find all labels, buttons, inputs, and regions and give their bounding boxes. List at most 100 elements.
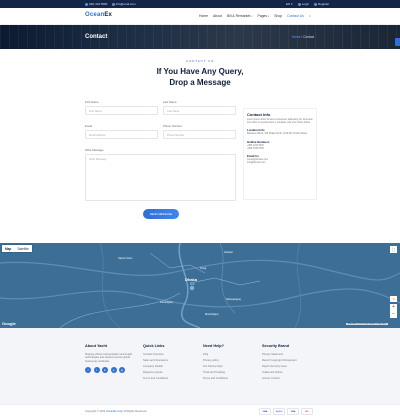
last-name-label: Last Name [163,100,177,104]
email-title: Email Us [247,153,259,158]
copyright-prefix: Copyright © 2023 [85,410,106,413]
mastercard-icon: MC [301,408,313,415]
section-heading-line1: If You Have Any Query, [156,67,244,76]
login-link[interactable]: Login [297,2,309,6]
footer-link[interactable]: Our Partnerships [203,365,228,368]
chevron-down-icon: ▾ [251,15,253,18]
section-heading: If You Have Any Query, Drop a Message [0,66,400,88]
visa-icon: VISA [259,408,271,415]
contact-info-text: Lorem ipsum dolor sit amet consectetur a… [247,119,313,125]
map-attribution[interactable]: Map data ©2023 Terms Report a map error [345,323,388,325]
instagram-icon[interactable]: ig [119,367,125,374]
zoom-out-button[interactable]: − [390,311,397,318]
bottom-bar: Copyright © 2023 OceanEx Corp All Rights… [0,404,400,418]
email-values: ocean@domain.com info@domain.com [247,159,313,165]
map-label-keraniganj: Keraniganj [160,301,173,304]
footer-link[interactable]: Privacy policy [203,359,228,362]
hero-background [0,25,400,49]
site-logo[interactable]: OceanEx [85,12,112,18]
contact-info-title: Contact Info [247,112,271,117]
message-label: Write Message [85,148,104,152]
map-label-narayanganj: Narayanganj [226,298,241,301]
twitter-icon[interactable]: t [93,367,100,374]
footer-link[interactable]: Request a Quote [143,371,168,374]
section-eyebrow: CONTACT US [185,59,215,63]
fullscreen-icon[interactable]: ⛶ [390,246,397,253]
location-value: Banasree Block, 165 Dhaka North, 1219 Rd… [247,133,307,136]
nav-item-pages-label: Pages [257,14,268,18]
site-footer: About Yacht Shaping efficient transporta… [0,328,400,404]
nav-menu: Home About Bill & Remarket ▾ Pages ▾ Sho… [199,14,311,18]
message-textarea[interactable]: Write Message [85,154,236,201]
register-link[interactable]: Register [314,2,329,6]
pinterest-icon[interactable]: p [110,367,117,374]
nav-item-shop[interactable]: Shop [274,14,282,18]
footer-link[interactable]: Sales and Operations [143,359,168,362]
footer-link[interactable]: Company Details [143,365,168,368]
breadcrumb: Home / Contact [292,35,314,39]
mail-icon [111,2,115,6]
footer-about-text: Shaping efficient transportation and fre… [85,353,132,363]
logo-part1: Ocean [85,12,105,18]
footer-link[interactable]: Report Security Issue [262,365,297,368]
page-hero: Contact Home / Contact [0,25,400,49]
tab-satellite[interactable]: Satellite [14,245,31,252]
footer-link[interactable]: Track and Tracking [203,371,228,374]
chevron-down-icon: ▾ [268,15,270,18]
copyright-brand[interactable]: OceanEx Corp [106,410,123,413]
email-field[interactable]: Email Address [85,130,158,139]
hotline-2[interactable]: +880 2345 6789 [247,148,313,151]
footer-link[interactable]: FAQ [203,353,228,356]
linkedin-icon[interactable]: in [102,367,108,374]
nav-item-contact[interactable]: Contact Us [287,14,304,18]
social-links: f t in p ig [85,367,143,374]
nav-item-pages[interactable]: Pages ▾ [257,14,269,18]
first-name-field[interactable]: First Name [85,106,158,115]
chevron-down-icon: ▾ [291,2,293,6]
footer-link[interactable]: Access Control [262,377,297,380]
main-navbar: OceanEx Home About Bill & Remarket ▾ Pag… [0,8,400,25]
footer-quick-title: Quick Links [143,344,165,348]
zoom-in-button[interactable]: + [390,304,397,311]
footer-help: Need Help? FAQ Privacy policy Our Partne… [203,344,228,383]
phone-label: Phone Number [163,124,182,128]
email-2[interactable]: info@domain.com [247,162,313,165]
language-selector[interactable]: EN ▾ [286,2,293,6]
topbar-phone[interactable]: (00) 444 5081 [85,2,108,6]
footer-help-title: Need Help? [203,344,224,348]
footer-link[interactable]: Trademark Notice [262,371,297,374]
nav-item-bill-remarket-label: Bill & Remarket [226,14,251,18]
tab-map[interactable]: Map [2,245,14,252]
phone-field[interactable]: Phone Number [163,130,236,139]
footer-link[interactable]: Terms and Conditions [143,377,168,380]
footer-about: About Yacht Shaping efficient transporta… [85,344,143,374]
nav-item-bill-remarket[interactable]: Bill & Remarket ▾ [227,14,253,18]
breadcrumb-home[interactable]: Home [292,35,301,39]
footer-link[interactable]: Report Copyright Infringement [262,359,297,362]
send-message-button[interactable]: SEND MESSAGE [143,209,179,219]
google-map[interactable]: Dhaka ঢাকা Savar Union Gazipur Tongi Nar… [0,243,400,328]
last-name-field[interactable]: Last Name [163,106,236,115]
side-settings-tab[interactable] [395,38,400,46]
copyright: Copyright © 2023 OceanEx Corp All Rights… [85,410,147,413]
register-icon [314,2,318,6]
pegman-icon[interactable]: ● [390,296,397,302]
paypal-icon: PayPal [273,408,285,415]
footer-link[interactable]: Terms and Conditions [203,377,228,380]
first-name-label: First Name [85,100,99,104]
contact-info-card: Contact Info Lorem ipsum dolor sit amet … [243,108,317,200]
zoom-controls: + − [390,304,397,318]
page-title: Contact [85,34,108,40]
facebook-icon[interactable]: f [85,367,91,374]
email-label: Email [85,124,92,128]
nav-item-home[interactable]: Home [199,14,208,18]
topbar-email[interactable]: info@mail.com [111,2,136,6]
nav-item-about[interactable]: About [213,14,222,18]
footer-link[interactable]: Privacy Statement [262,353,297,356]
breadcrumb-current: Contact [303,35,315,39]
search-icon[interactable]: ⌕ [309,14,311,18]
map-label-gazipur: Gazipur [224,251,234,254]
top-bar: (00) 444 5081 info@mail.com EN ▾ Login R… [0,0,400,8]
footer-link[interactable]: Contact Overview [143,353,168,356]
footer-security-title: Security Brand [262,344,290,348]
